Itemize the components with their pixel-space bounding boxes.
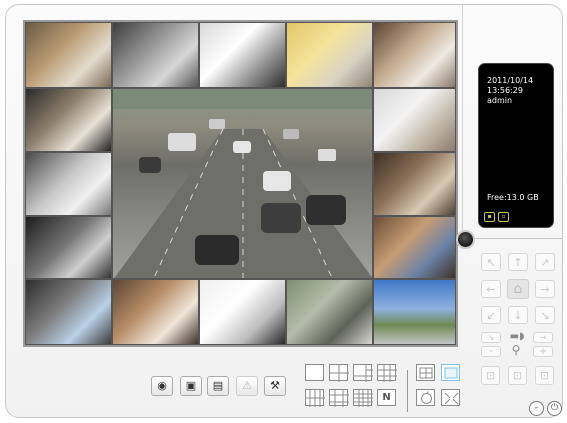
jog-knob[interactable] <box>456 230 475 249</box>
status-display: 2011/10/14 13:56:29 admin Free:13.0 GB ▪… <box>478 63 554 228</box>
status-datetime: 2011/10/14 13:56:29 admin <box>487 76 533 106</box>
camera-view-13[interactable] <box>112 279 199 345</box>
camera-view-10[interactable] <box>373 152 456 216</box>
preset-3-button[interactable]: ⊡ <box>535 366 554 385</box>
camera-view-4[interactable] <box>286 22 373 88</box>
zoom-icon: ⚲ <box>511 343 521 357</box>
status-free-space: Free:13.0 GB <box>487 193 539 202</box>
camera-icon: ▬◗ <box>509 331 525 342</box>
layout-10-button[interactable] <box>305 389 325 407</box>
fullscreen-button[interactable] <box>441 364 460 381</box>
ptz-left-button[interactable]: ← <box>481 280 501 298</box>
ptz-down-right-button[interactable]: ↘ <box>535 306 555 324</box>
status-date: 2011/10/14 <box>487 76 534 85</box>
ptz-up-right-button[interactable]: ↗ <box>535 253 555 271</box>
snapshot-button[interactable]: ▤ <box>207 376 229 396</box>
ptz-home-button[interactable]: ⌂ <box>507 279 529 299</box>
minimize-icon[interactable]: – <box>529 401 544 416</box>
highway-scene <box>113 89 372 278</box>
ptz-down-button[interactable]: ↓ <box>508 306 528 324</box>
layout-16-button[interactable] <box>353 389 373 407</box>
camera-view-15[interactable] <box>286 279 373 345</box>
alarm-button[interactable]: ⚠ <box>236 376 258 396</box>
video-wall <box>23 20 458 347</box>
layout-6-button[interactable] <box>353 364 373 382</box>
focus-near-button[interactable]: ↘ <box>481 332 501 343</box>
layout-4-button[interactable] <box>329 364 349 382</box>
layout-1-button[interactable] <box>305 364 324 381</box>
camera-view-16[interactable] <box>373 279 456 345</box>
camera-view-6[interactable] <box>25 88 112 152</box>
layout-9-button[interactable] <box>377 364 397 382</box>
layout-13-button[interactable] <box>329 389 349 407</box>
toolbar-separator <box>407 370 408 412</box>
auto-switch-button[interactable] <box>416 389 435 406</box>
layout-sequence-button[interactable] <box>416 364 435 381</box>
camera-view-11[interactable] <box>373 216 456 279</box>
focus-far-button[interactable]: → <box>533 332 553 343</box>
camera-view-1[interactable] <box>25 22 112 88</box>
playback-button[interactable]: ▣ <box>180 376 202 396</box>
camera-view-5[interactable] <box>373 22 456 88</box>
preset-2-button[interactable]: ⊡ <box>508 366 527 385</box>
expand-button[interactable] <box>441 389 460 406</box>
network-icon[interactable]: ▫ <box>498 212 509 222</box>
camera-view-9[interactable] <box>373 88 456 152</box>
camera-view-3[interactable] <box>199 22 286 88</box>
camera-view-2[interactable] <box>112 22 199 88</box>
ptz-up-left-button[interactable]: ↖ <box>481 253 501 271</box>
camera-view-8[interactable] <box>25 216 112 279</box>
layout-n-button[interactable]: N <box>377 389 396 406</box>
status-user: admin <box>487 96 513 105</box>
zoom-in-button[interactable]: + <box>533 346 553 357</box>
camera-view-14[interactable] <box>199 279 286 345</box>
camera-view-12[interactable] <box>25 279 112 345</box>
ptz-down-left-button[interactable]: ↙ <box>481 306 501 324</box>
preset-1-button[interactable]: ⊡ <box>481 366 500 385</box>
disk-icon[interactable]: ▪ <box>484 212 495 222</box>
ptz-right-button[interactable]: → <box>535 280 555 298</box>
status-time: 13:56:29 <box>487 86 523 95</box>
camera-view-main[interactable] <box>112 88 373 279</box>
power-icon[interactable]: ⏻ <box>547 401 562 416</box>
panel-divider <box>462 4 463 240</box>
panel-divider-horizontal <box>462 238 562 239</box>
record-button[interactable]: ◉ <box>151 376 173 396</box>
ptz-up-button[interactable]: ↑ <box>508 253 528 271</box>
zoom-out-button[interactable]: - <box>481 346 501 357</box>
settings-button[interactable]: ⚒ <box>264 376 286 396</box>
camera-view-7[interactable] <box>25 152 112 216</box>
